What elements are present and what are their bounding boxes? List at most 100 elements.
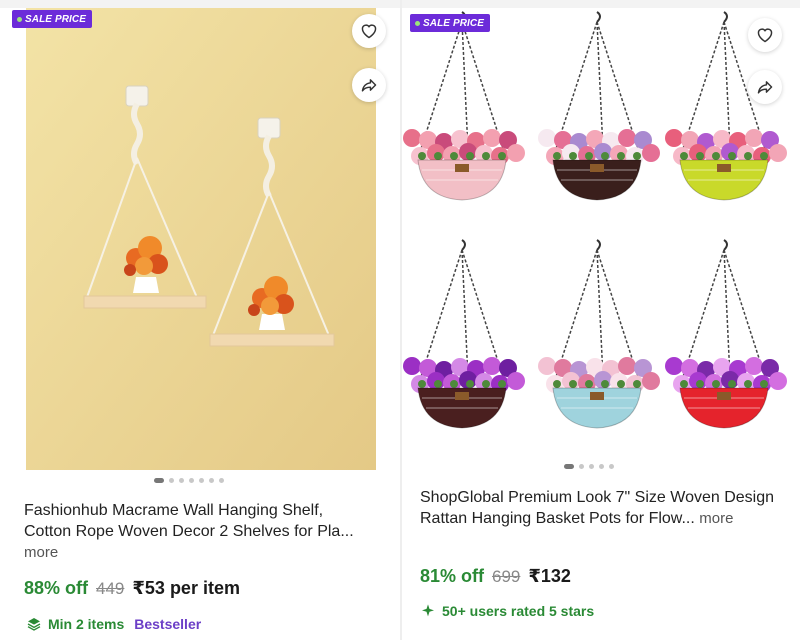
- leaf: [760, 380, 768, 388]
- flower: [507, 372, 525, 390]
- product-card-1[interactable]: SALE PRICE Fashionhub Macrame Wall Hangi…: [0, 0, 400, 640]
- leaf: [450, 152, 458, 160]
- carousel-indicator[interactable]: [564, 464, 614, 469]
- original-price: 699: [492, 567, 521, 586]
- carousel-dot: [579, 464, 584, 469]
- badge-dot-icon: [415, 20, 420, 26]
- carousel-dot: [609, 464, 614, 469]
- carousel-dot: [199, 478, 204, 483]
- share-icon: [757, 81, 773, 94]
- leaf: [633, 152, 641, 160]
- sale-price-badge: SALE PRICE: [410, 14, 491, 32]
- top-strip: [402, 0, 800, 8]
- flower: [507, 144, 525, 162]
- pot-label: [717, 164, 731, 172]
- macrame-shelf-illustration: [26, 8, 376, 470]
- discount-label: 88% off: [24, 578, 89, 598]
- leaf: [434, 152, 442, 160]
- heart-icon: [757, 28, 773, 43]
- more-link[interactable]: more: [699, 510, 733, 527]
- pot-label: [717, 392, 731, 400]
- product-card-2[interactable]: SALE PRICE ShopGlobal Premium Look 7" Si…: [402, 0, 800, 640]
- sale-price: ₹53 per item: [132, 578, 240, 598]
- carousel-dot: [154, 478, 164, 483]
- leaf: [498, 152, 506, 160]
- sale-badge-label: SALE PRICE: [423, 17, 485, 29]
- bestseller-label: Bestseller: [134, 616, 202, 632]
- leaf: [728, 380, 736, 388]
- product-image-1[interactable]: [26, 8, 376, 470]
- flower: [538, 129, 556, 147]
- leaf: [760, 152, 768, 160]
- sale-price: ₹132: [528, 566, 571, 586]
- leaf: [696, 152, 704, 160]
- flower: [665, 357, 683, 375]
- carousel-dot: [599, 464, 604, 469]
- leaf: [466, 380, 474, 388]
- product-title[interactable]: Fashionhub Macrame Wall Hanging Shelf, C…: [24, 500, 374, 563]
- hook-icon: [461, 239, 466, 251]
- flower: [745, 357, 763, 375]
- leaf: [728, 152, 736, 160]
- carousel-dot: [209, 478, 214, 483]
- leaf: [418, 380, 426, 388]
- layers-icon: [27, 618, 41, 631]
- leaf: [569, 380, 577, 388]
- flower: [483, 357, 501, 375]
- wishlist-button[interactable]: [352, 14, 386, 48]
- pot-label: [590, 392, 604, 400]
- meta-row: Min 2 items Bestseller: [26, 616, 201, 632]
- leaf: [680, 380, 688, 388]
- product-title-text: Fashionhub Macrame Wall Hanging Shelf, C…: [24, 502, 354, 540]
- flower: [403, 129, 421, 147]
- leaf: [418, 152, 426, 160]
- leaf: [450, 380, 458, 388]
- leaf: [633, 380, 641, 388]
- leaf: [569, 152, 577, 160]
- leaf: [601, 152, 609, 160]
- leaf: [482, 380, 490, 388]
- flower: [665, 129, 683, 147]
- discount-label: 81% off: [420, 566, 485, 586]
- leaf: [585, 152, 593, 160]
- carousel-dot: [189, 478, 194, 483]
- meta-row: 50+ users rated 5 stars: [420, 603, 594, 619]
- rating-label: 50+ users rated 5 stars: [442, 603, 595, 619]
- more-link[interactable]: more: [24, 544, 58, 561]
- share-icon: [361, 79, 377, 92]
- leaf: [712, 152, 720, 160]
- flower: [642, 144, 660, 162]
- flower: [538, 357, 556, 375]
- wishlist-button[interactable]: [748, 18, 782, 52]
- carousel-dot: [169, 478, 174, 483]
- carousel-dot: [589, 464, 594, 469]
- sparkle-icon: [422, 604, 434, 617]
- hook-icon: [723, 11, 728, 23]
- min-items-label: Min 2 items: [48, 616, 125, 632]
- leaf: [553, 152, 561, 160]
- leaf: [744, 152, 752, 160]
- leaf: [680, 152, 688, 160]
- price-row: 88% off 449 ₹53 per item: [24, 578, 240, 599]
- leaf: [744, 380, 752, 388]
- product-image-2[interactable]: [402, 8, 800, 470]
- share-button[interactable]: [748, 70, 782, 104]
- leaf: [617, 152, 625, 160]
- original-price: 449: [96, 579, 125, 598]
- pot-label: [455, 392, 469, 400]
- leaf: [617, 380, 625, 388]
- share-button[interactable]: [352, 68, 386, 102]
- leaf: [498, 380, 506, 388]
- pot-label: [590, 164, 604, 172]
- heart-icon: [361, 24, 377, 39]
- flower: [642, 372, 660, 390]
- leaf: [712, 380, 720, 388]
- carousel-dot: [564, 464, 574, 469]
- flower: [618, 129, 636, 147]
- flower: [745, 129, 763, 147]
- carousel-indicator[interactable]: [154, 478, 224, 483]
- carousel-dot: [219, 478, 224, 483]
- flower: [403, 357, 421, 375]
- leaf: [585, 380, 593, 388]
- product-title[interactable]: ShopGlobal Premium Look 7" Size Woven De…: [420, 487, 780, 529]
